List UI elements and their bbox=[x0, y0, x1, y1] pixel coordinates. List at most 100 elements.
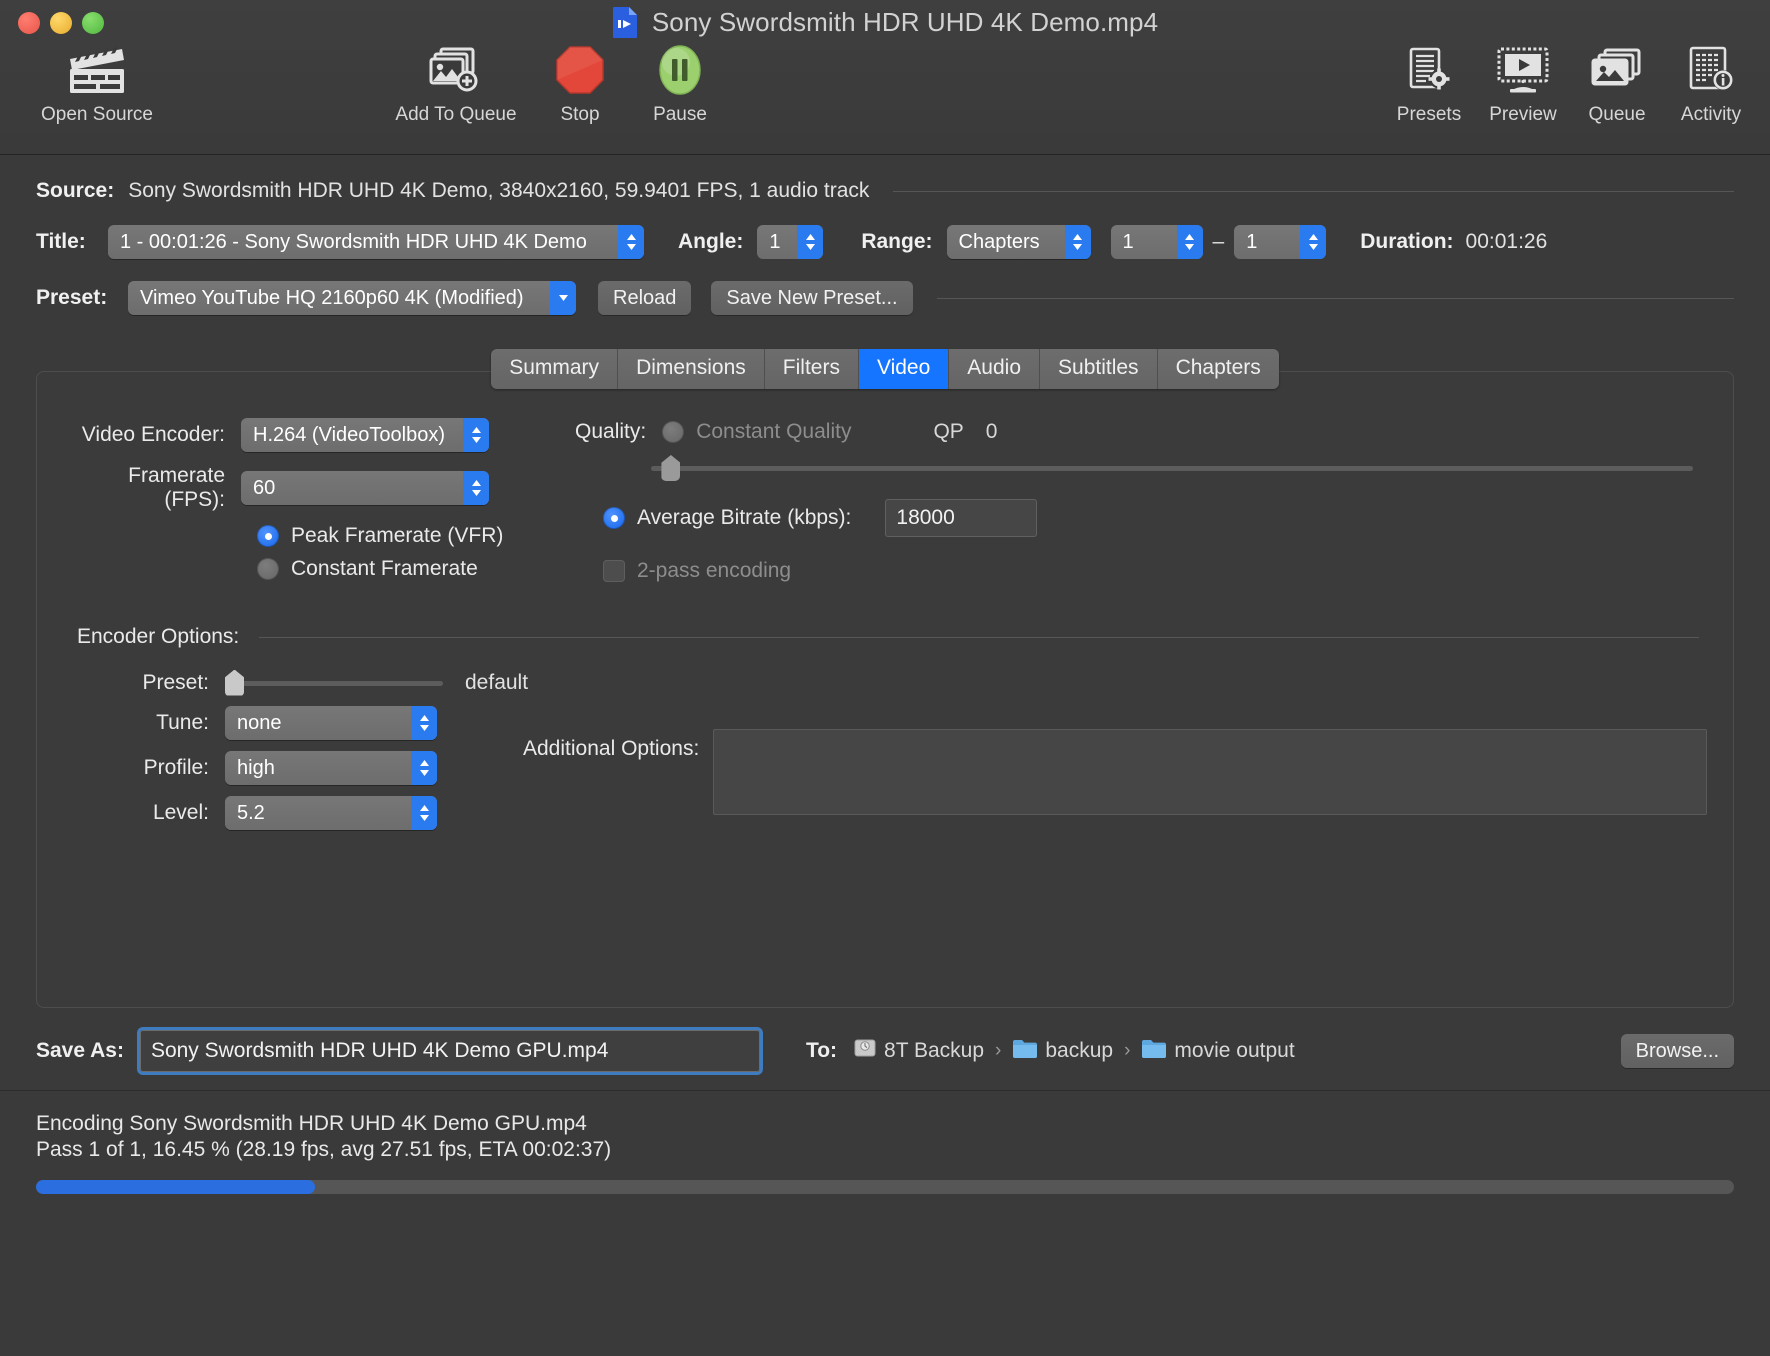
chevron-updown-icon bbox=[463, 418, 489, 452]
browse-button[interactable]: Browse... bbox=[1620, 1034, 1734, 1068]
two-pass-row[interactable]: 2-pass encoding bbox=[603, 559, 1707, 583]
tab-audio[interactable]: Audio bbox=[949, 349, 1041, 389]
encoder-preset-label: Preset: bbox=[142, 671, 209, 694]
tab-bar: Summary Dimensions Filters Video Audio S… bbox=[0, 349, 1770, 389]
framerate-select[interactable]: 60 bbox=[241, 471, 489, 505]
add-to-queue-button[interactable]: Add To Queue bbox=[382, 42, 530, 126]
preset-row: Preset: Vimeo YouTube HQ 2160p60 4K (Mod… bbox=[36, 281, 1734, 315]
chevron-updown-icon bbox=[797, 225, 824, 259]
path-backup-label: backup bbox=[1045, 1039, 1114, 1062]
duration-label: Duration: bbox=[1360, 230, 1454, 253]
chevron-updown-icon bbox=[1064, 225, 1091, 259]
constant-quality-label: Constant Quality bbox=[696, 420, 852, 443]
tab-chapters[interactable]: Chapters bbox=[1157, 349, 1279, 389]
presets-button[interactable]: Presets bbox=[1392, 42, 1466, 126]
chevron-updown-icon bbox=[1300, 225, 1327, 259]
encoder-profile-select[interactable]: high bbox=[225, 751, 437, 785]
quality-slider-thumb[interactable] bbox=[661, 455, 681, 481]
encoder-options-divider bbox=[259, 636, 1699, 638]
chevron-updown-icon bbox=[463, 471, 489, 505]
tab-summary[interactable]: Summary bbox=[491, 349, 619, 389]
title-select[interactable]: 1 - 00:01:26 - Sony Swordsmith HDR UHD 4… bbox=[108, 225, 644, 259]
path-segment-drive[interactable]: 8T Backup bbox=[853, 1037, 984, 1065]
additional-options-label: Additional Options: bbox=[523, 737, 700, 760]
open-source-label: Open Source bbox=[41, 104, 153, 125]
constant-framerate-option[interactable]: Constant Framerate bbox=[257, 557, 575, 581]
average-bitrate-radio[interactable] bbox=[603, 507, 625, 529]
video-encoder-select[interactable]: H.264 (VideoToolbox) bbox=[241, 418, 489, 452]
path-separator-icon: › bbox=[1124, 1040, 1131, 1061]
source-row: Source: Sony Swordsmith HDR UHD 4K Demo,… bbox=[36, 179, 1734, 203]
add-image-icon bbox=[428, 42, 484, 98]
preset-select[interactable]: Vimeo YouTube HQ 2160p60 4K (Modified) bbox=[128, 281, 576, 315]
clapperboard-icon bbox=[66, 42, 128, 98]
two-pass-label: 2-pass encoding bbox=[637, 559, 792, 582]
quality-label: Quality: bbox=[575, 420, 647, 443]
constant-quality-radio[interactable] bbox=[662, 421, 685, 443]
encoder-preset-value: default bbox=[465, 671, 529, 694]
presets-label: Presets bbox=[1396, 104, 1462, 125]
qp-value: 0 bbox=[985, 420, 998, 443]
range-start-stepper[interactable]: 1 bbox=[1110, 225, 1203, 259]
preview-button[interactable]: Preview bbox=[1486, 42, 1560, 126]
status-line-2: Pass 1 of 1, 16.45 % (28.19 fps, avg 27.… bbox=[36, 1138, 612, 1162]
status-bar: Encoding Sony Swordsmith HDR UHD 4K Demo… bbox=[0, 1090, 1770, 1356]
video-encoder-value: H.264 (VideoToolbox) bbox=[253, 424, 445, 446]
angle-stepper[interactable]: 1 bbox=[757, 225, 824, 259]
path-separator-icon: › bbox=[995, 1040, 1002, 1061]
encoder-tune-select[interactable]: none bbox=[225, 706, 437, 740]
folder-icon bbox=[1012, 1038, 1038, 1065]
video-encoder-row: Video Encoder: H.264 (VideoToolbox) bbox=[63, 418, 575, 452]
add-to-queue-label: Add To Queue bbox=[395, 104, 517, 125]
range-start-value: 1 bbox=[1122, 230, 1134, 253]
queue-stack-icon bbox=[1590, 42, 1644, 98]
open-source-button[interactable]: Open Source bbox=[22, 42, 172, 126]
encoder-profile-label: Profile: bbox=[143, 756, 209, 779]
chevron-updown-icon bbox=[411, 796, 437, 830]
path-segment-movie-output[interactable]: movie output bbox=[1141, 1038, 1295, 1065]
source-value: Sony Swordsmith HDR UHD 4K Demo, 3840x21… bbox=[128, 179, 870, 202]
tab-dimensions[interactable]: Dimensions bbox=[618, 349, 765, 389]
average-bitrate-row: Average Bitrate (kbps): 18000 bbox=[603, 499, 1707, 537]
source-block: Source: Sony Swordsmith HDR UHD 4K Demo,… bbox=[0, 155, 1770, 315]
encoder-options-label: Encoder Options: bbox=[77, 625, 240, 648]
peak-framerate-label: Peak Framerate (VFR) bbox=[291, 524, 504, 547]
tab-subtitles[interactable]: Subtitles bbox=[1040, 349, 1158, 389]
constant-framerate-radio[interactable] bbox=[257, 558, 279, 580]
path-segment-backup[interactable]: backup bbox=[1012, 1038, 1113, 1065]
status-line-1: Encoding Sony Swordsmith HDR UHD 4K Demo… bbox=[36, 1112, 587, 1135]
minimize-button[interactable] bbox=[50, 12, 72, 34]
peak-framerate-option[interactable]: Peak Framerate (VFR) bbox=[257, 524, 575, 548]
quality-slider[interactable] bbox=[651, 455, 1693, 481]
encoder-options-header: Encoder Options: bbox=[77, 625, 1707, 649]
average-bitrate-input[interactable]: 18000 bbox=[885, 499, 1038, 537]
save-as-row: Save As: Sony Swordsmith HDR UHD 4K Demo… bbox=[0, 1008, 1770, 1075]
hard-drive-icon bbox=[853, 1037, 877, 1065]
tab-video[interactable]: Video bbox=[858, 349, 950, 389]
save-new-preset-button[interactable]: Save New Preset... bbox=[711, 281, 913, 315]
chevron-updown-icon bbox=[618, 225, 644, 259]
close-button[interactable] bbox=[18, 12, 40, 34]
additional-options-input[interactable] bbox=[713, 729, 1707, 815]
two-pass-checkbox[interactable] bbox=[603, 560, 625, 582]
activity-button[interactable]: Activity bbox=[1674, 42, 1748, 126]
chevron-down-icon bbox=[550, 281, 576, 315]
tab-filters[interactable]: Filters bbox=[764, 349, 859, 389]
source-label: Source: bbox=[36, 179, 115, 202]
range-end-stepper[interactable]: 1 bbox=[1234, 225, 1327, 259]
encoder-level-select[interactable]: 5.2 bbox=[225, 796, 437, 830]
handbrake-window: Sony Swordsmith HDR UHD 4K Demo.mp4 Open… bbox=[0, 0, 1770, 1356]
stop-button[interactable]: Stop bbox=[530, 42, 630, 126]
queue-button[interactable]: Queue bbox=[1580, 42, 1654, 126]
pause-button[interactable]: Pause bbox=[630, 42, 730, 126]
qp-label: QP bbox=[933, 420, 964, 443]
peak-framerate-radio[interactable] bbox=[257, 525, 279, 547]
reload-preset-button[interactable]: Reload bbox=[598, 281, 692, 315]
range-type-select[interactable]: Chapters bbox=[946, 225, 1091, 259]
save-as-input[interactable]: Sony Swordsmith HDR UHD 4K Demo GPU.mp4 bbox=[136, 1027, 763, 1075]
duration-value: 00:01:26 bbox=[1465, 230, 1548, 253]
encoder-preset-slider-thumb[interactable] bbox=[225, 669, 244, 696]
zoom-button[interactable] bbox=[82, 12, 104, 34]
encoder-preset-slider[interactable] bbox=[225, 669, 443, 696]
encoder-preset-row: Preset: default bbox=[63, 669, 1707, 696]
